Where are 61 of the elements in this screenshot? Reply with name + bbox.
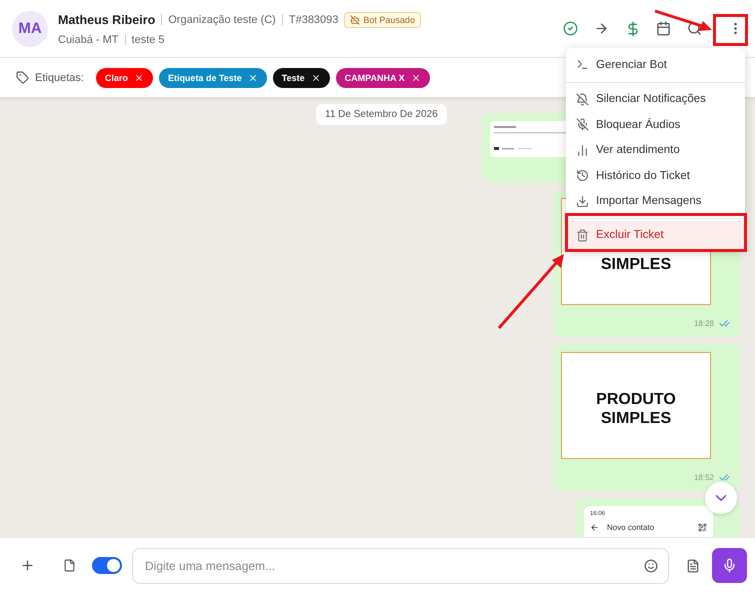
message-time: 18:52 xyxy=(694,473,714,482)
plus-icon xyxy=(20,558,35,573)
bar-chart-icon xyxy=(576,144,589,157)
message-time: 18:28 xyxy=(694,319,714,328)
file-icon xyxy=(63,559,76,572)
annotation-arrow xyxy=(654,10,712,31)
menu-item-label: Bloquear Áudios xyxy=(596,118,680,131)
menu-item-label: Excluir Ticket xyxy=(596,229,664,241)
trash-icon xyxy=(576,228,589,242)
tags-label: Etiquetas: xyxy=(35,72,84,84)
menu-item[interactable]: Silenciar Notificações xyxy=(566,86,745,112)
toggle-switch[interactable] xyxy=(92,557,122,574)
remove-icon[interactable] xyxy=(310,72,321,82)
ticket-number: T#383093 xyxy=(288,14,338,26)
menu-item-label: Gerenciar Bot xyxy=(596,58,667,71)
highlight-frame xyxy=(713,14,748,46)
organization-name: Organização teste (C) xyxy=(168,14,276,26)
tag-chip[interactable]: Claro xyxy=(96,68,153,88)
emoji-icon[interactable] xyxy=(644,558,658,572)
menu-item-label: Histórico do Ticket xyxy=(596,170,690,182)
message-text-input[interactable]: Digite uma mensagem... xyxy=(143,558,644,574)
menu-item[interactable]: Ver atendimento xyxy=(566,138,745,163)
queue-name: teste 5 xyxy=(132,34,165,46)
message-input[interactable]: Digite uma mensagem... xyxy=(132,548,669,584)
schedule-button[interactable] xyxy=(654,19,673,38)
contact-name: Matheus Ribeiro xyxy=(58,12,156,26)
mic-off-icon xyxy=(576,118,589,132)
tag-chip[interactable]: Etiqueta de Teste xyxy=(158,68,267,88)
contact-avatar: MA xyxy=(12,10,48,46)
image-caption: SIMPLES xyxy=(600,409,672,428)
bot-off-icon xyxy=(350,14,360,24)
bell-off-icon xyxy=(576,92,589,106)
tag-chip[interactable]: CAMPANHA X xyxy=(336,68,430,88)
back-arrow-icon xyxy=(590,523,599,532)
microphone-icon xyxy=(722,558,737,573)
resolve-button[interactable] xyxy=(561,19,580,38)
terminal-icon xyxy=(576,58,589,72)
qr-code-icon xyxy=(698,523,707,532)
calendar-icon xyxy=(656,21,671,36)
menu-item[interactable]: Bloquear Áudios xyxy=(566,112,745,138)
menu-item[interactable]: Gerenciar Bot xyxy=(566,52,745,78)
menu-item[interactable]: Importar Mensagens xyxy=(566,188,745,214)
menu-item[interactable]: Histórico do Ticket xyxy=(566,163,745,188)
image-caption: PRODUTO xyxy=(596,390,676,409)
menu-item-label: Silenciar Notificações xyxy=(596,93,706,106)
menu-item-label: Ver atendimento xyxy=(596,144,680,156)
menu-item-label: Importar Mensagens xyxy=(596,195,702,208)
menu-item[interactable]: Excluir Ticket xyxy=(566,221,745,249)
bot-status-text: Bot Pausado xyxy=(363,14,415,24)
screen-title: Novo contato xyxy=(607,523,656,532)
check-circle-icon xyxy=(563,21,578,36)
download-icon xyxy=(576,194,589,208)
image-caption: SIMPLES xyxy=(600,255,672,274)
date-chip: 11 De Setembro De 2026 xyxy=(316,104,447,125)
document-icon xyxy=(686,558,700,572)
tag-icon xyxy=(16,71,29,84)
contact-location: Cuiabá - MT xyxy=(58,34,119,46)
tag-chip[interactable]: Teste xyxy=(272,68,330,88)
arrow-right-icon xyxy=(594,21,609,36)
microphone-button[interactable] xyxy=(712,548,747,583)
history-icon xyxy=(576,169,589,182)
